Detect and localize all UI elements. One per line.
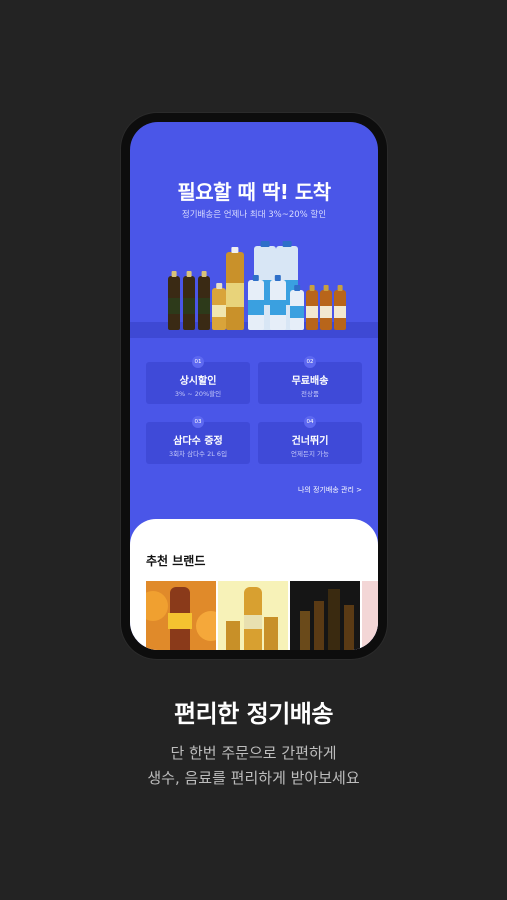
brand-tile-3[interactable] xyxy=(290,581,360,650)
caption-title: 편리한 정기배송 xyxy=(174,700,333,728)
benefit-card-gift[interactable]: 03 삼다수 증정 3회차 삼다수 2L 6입 xyxy=(146,416,250,464)
benefit-badge: 01 xyxy=(192,356,204,368)
caption-line-2: 생수, 음료를 편리하게 받아보세요 xyxy=(147,769,360,787)
caption-line-1: 단 한번 주문으로 간편하게 xyxy=(170,744,337,762)
benefit-badge: 03 xyxy=(192,416,204,428)
phone-mockup: 필요할 때 딱! 도착 정기배송은 언제나 최대 3%~20% 할인 01 상시… xyxy=(121,113,387,659)
benefit-badge: 02 xyxy=(304,356,316,368)
benefit-desc: 3회차 삼다수 2L 6입 xyxy=(168,450,228,458)
hero-subtitle: 정기배송은 언제나 최대 3%~20% 할인 xyxy=(181,210,327,220)
benefit-title: 상시할인 xyxy=(179,376,217,387)
benefit-title: 건너뛰기 xyxy=(291,436,329,447)
app-screen: 필요할 때 딱! 도착 정기배송은 언제나 최대 3%~20% 할인 01 상시… xyxy=(130,122,378,650)
benefit-title: 무료배송 xyxy=(291,376,329,387)
product-image xyxy=(162,234,352,330)
benefit-title: 삼다수 증정 xyxy=(173,436,223,447)
brand-tile-2[interactable] xyxy=(218,581,288,650)
benefit-desc: 3% ~ 20%할인 xyxy=(174,390,222,398)
benefit-card-free-shipping[interactable]: 02 무료배송 전상품 xyxy=(258,356,362,404)
benefit-badge: 04 xyxy=(304,416,316,428)
recommended-title: 추천 브랜드 xyxy=(146,554,206,568)
benefit-desc: 전상품 xyxy=(301,390,319,398)
manage-subscription-link[interactable]: 나의 정기배송 관리 > xyxy=(298,485,362,495)
hero-title: 필요할 때 딱! 도착 xyxy=(177,180,331,204)
brand-tile-1[interactable] xyxy=(146,581,216,650)
brand-tile-4[interactable] xyxy=(362,581,378,650)
benefit-card-skip[interactable]: 04 건너뛰기 언제든지 가능 xyxy=(258,416,362,464)
benefit-card-discount[interactable]: 01 상시할인 3% ~ 20%할인 xyxy=(146,356,250,404)
benefit-desc: 언제든지 가능 xyxy=(291,450,329,458)
